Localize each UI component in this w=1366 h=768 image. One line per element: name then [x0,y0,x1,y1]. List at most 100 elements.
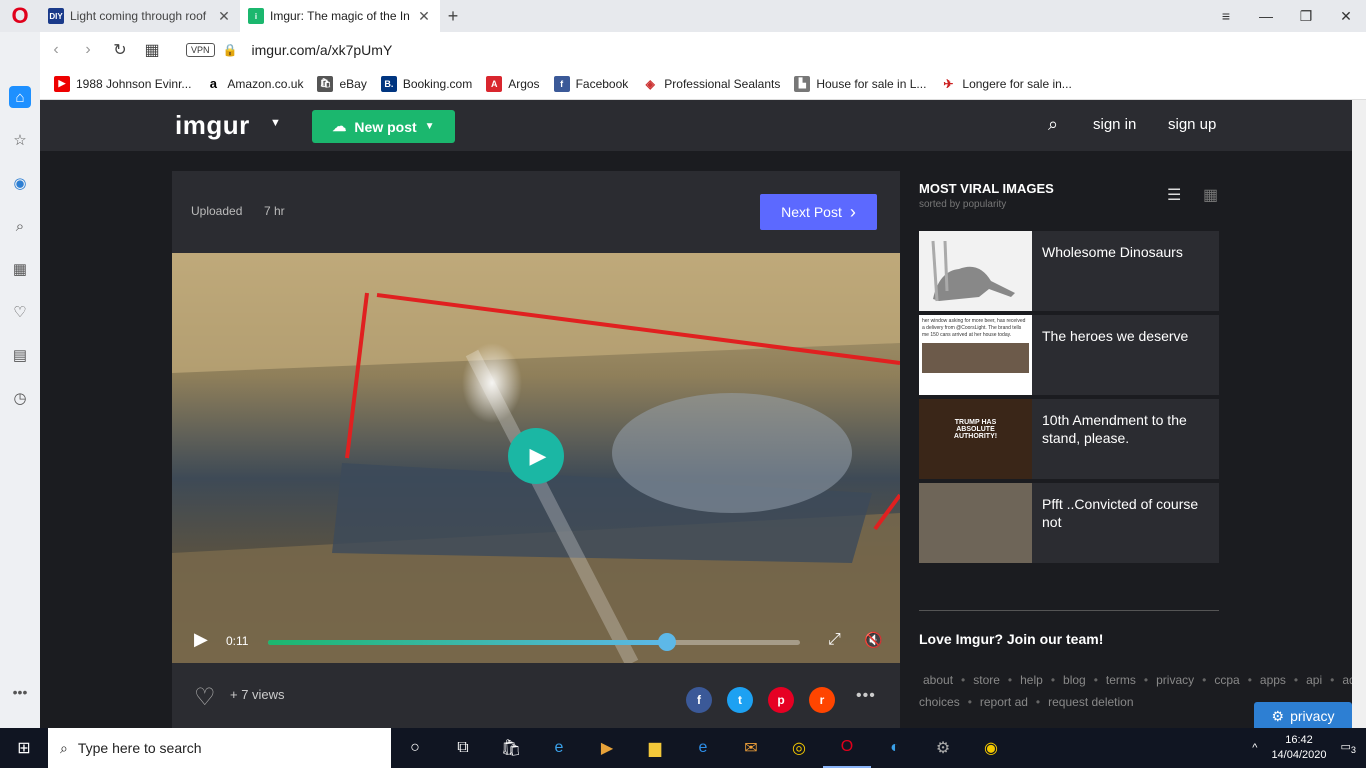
tabs-grid-icon[interactable]: ▦ [9,258,31,280]
footer-link-privacy[interactable]: privacy [1156,673,1194,687]
norton-icon[interactable]: ◎ [775,728,823,768]
messenger-icon[interactable]: ◉ [9,172,31,194]
footer-link-request-deletion[interactable]: request deletion [1048,695,1133,709]
search-icon: ⌕ [60,739,68,756]
history-icon[interactable]: ◷ [9,387,31,409]
new-tab-icon[interactable]: + [440,6,466,27]
bookmark-youtube[interactable]: ▶ 1988 Johnson Evinr... [54,75,191,92]
facebook-share-icon[interactable]: f [686,687,712,713]
chevron-down-icon[interactable]: ▼ [270,117,281,129]
forward-icon[interactable]: › [72,41,104,59]
video-controls: ▶ 0:11 ⤢ 🔇 [172,623,900,663]
sign-up-link[interactable]: sign up [1168,116,1216,133]
taskbar-search[interactable]: ⌕ Type here to search [48,728,391,768]
bookmark-booking[interactable]: B. Booking.com [380,75,472,92]
bookmark-sealants[interactable]: ◈ Professional Sealants [642,76,781,92]
tab-imgur[interactable]: i Imgur: The magic of the Int ✕ [240,0,440,32]
big-play-button[interactable]: ▶ [508,428,564,484]
back-icon[interactable]: ‹ [40,41,72,59]
url-field[interactable]: imgur.com/a/xk7pUmY [251,42,392,58]
footer-link-terms[interactable]: terms [1106,673,1136,687]
clock[interactable]: 16:42 14/04/2020 [1271,733,1326,763]
cortana-icon[interactable]: ○ [391,728,439,768]
chevron-up-icon[interactable]: ^ [1252,742,1257,754]
privacy-button[interactable]: ⚙ privacy [1254,702,1352,728]
windows-start-icon[interactable]: ⊞ [0,728,48,768]
viral-item[interactable]: her window asking for more beer, has rec… [919,315,1219,395]
pinterest-share-icon[interactable]: p [768,687,794,713]
viral-item[interactable]: TRUMP HAS ABSOLUTE AUTHORITY! 10th Amend… [919,399,1219,479]
notifications-icon[interactable]: ▭3 [1341,740,1357,755]
bookmark-label: Longere for sale in... [962,76,1072,91]
footer-link-about[interactable]: about [923,673,953,687]
task-view-icon[interactable]: ⧉ [439,728,487,768]
search-icon[interactable]: ⌕ [9,215,31,237]
minimize-icon[interactable]: — [1246,0,1286,32]
close-window-icon[interactable]: ✕ [1326,0,1366,32]
settings-icon[interactable]: ⚙ [919,728,967,768]
grid-view-icon[interactable]: ▦ [1203,185,1218,205]
video-progress-track[interactable] [268,633,800,651]
sign-in-link[interactable]: sign in [1093,116,1136,133]
twitter-share-icon[interactable]: t [727,687,753,713]
footer-link-api[interactable]: api [1306,673,1322,687]
play-icon[interactable]: ▶ [194,629,208,650]
footer-link-blog[interactable]: blog [1063,673,1086,687]
more-icon[interactable]: ••• [13,684,28,700]
app-badge-icon[interactable]: ◐ [871,728,919,768]
vpn-badge[interactable]: VPN [186,43,215,57]
speed-dial-icon[interactable]: ▦ [136,40,168,60]
close-tab-icon[interactable]: ✕ [216,8,232,25]
bookmark-label: Argos [508,76,540,91]
edge-icon[interactable]: e [679,728,727,768]
footer-link-help[interactable]: help [1020,673,1043,687]
page-scrollbar[interactable] [1352,100,1366,728]
favorite-heart-icon[interactable]: ♡ [194,683,216,712]
home-icon[interactable]: ⌂ [9,86,31,108]
video-progress-handle[interactable] [658,633,676,651]
media-player-icon[interactable]: ▶ [583,728,631,768]
internet-explorer-icon[interactable]: e [535,728,583,768]
mail-icon[interactable]: ✉ [727,728,775,768]
bookmark-longere[interactable]: ✈ Longere for sale in... [940,76,1071,92]
next-post-button[interactable]: Next Post › [760,194,877,230]
bookmark-facebook[interactable]: f Facebook [553,75,628,92]
new-post-button[interactable]: ☁ New post ▼ [312,110,455,143]
video-player[interactable]: ▶ ▶ 0:11 ⤢ 🔇 [172,253,900,663]
file-explorer-icon[interactable]: ▆ [631,728,679,768]
list-view-icon[interactable]: ☰ [1167,185,1181,205]
post-container: Uploaded 7 hr Next Post › ▶ ▶ 0:11 ⤢ 🔇 ♡… [172,171,900,728]
footer-link-store[interactable]: store [973,673,1000,687]
imgur-logo[interactable]: imgur [175,110,250,141]
reload-icon[interactable]: ↻ [104,40,136,60]
bookmark-argos[interactable]: A Argos [486,75,540,92]
opera-taskbar-icon[interactable]: O [823,728,871,768]
bookmarks-star-icon[interactable]: ☆ [9,129,31,151]
news-icon[interactable]: ▤ [9,344,31,366]
bookmark-amazon[interactable]: a Amazon.co.uk [205,76,304,92]
viral-sidebar: MOST VIRAL IMAGES sorted by popularity ☰… [919,171,1352,709]
join-team-link[interactable]: Love Imgur? Join our team! [919,631,1103,647]
lock-icon[interactable]: 🔒 [223,43,238,57]
bookmark-ebay[interactable]: 🛍 eBay [317,75,367,92]
mute-icon[interactable]: 🔇 [864,631,883,649]
viral-item[interactable]: Wholesome Dinosaurs [919,231,1219,311]
store-icon[interactable]: 🛍 [487,728,535,768]
bookmark-house[interactable]: ▙ House for sale in L... [794,75,926,92]
opera-menu-icon[interactable]: O [0,0,40,32]
reddit-share-icon[interactable]: r [809,687,835,713]
restore-icon[interactable]: ❐ [1286,0,1326,32]
search-icon[interactable]: ⌕ [1048,114,1058,135]
footer-link-apps[interactable]: apps [1260,673,1286,687]
app-icon[interactable]: ◉ [967,728,1015,768]
tab-menu-icon[interactable]: ≡ [1206,0,1246,32]
more-options-icon[interactable]: ••• [856,687,876,705]
footer-link-ccpa[interactable]: ccpa [1214,673,1239,687]
fullscreen-icon[interactable]: ⤢ [828,631,841,649]
footer-link-advertise[interactable]: advertise [1342,673,1352,687]
favorites-heart-icon[interactable]: ♡ [9,301,31,323]
close-tab-icon[interactable]: ✕ [416,8,432,25]
viral-item[interactable]: Pfft ..Convicted of course not [919,483,1219,563]
footer-link-report-ad[interactable]: report ad [980,695,1028,709]
tab-light-coming-through-roof[interactable]: DIY Light coming through roof ✕ [40,0,240,32]
